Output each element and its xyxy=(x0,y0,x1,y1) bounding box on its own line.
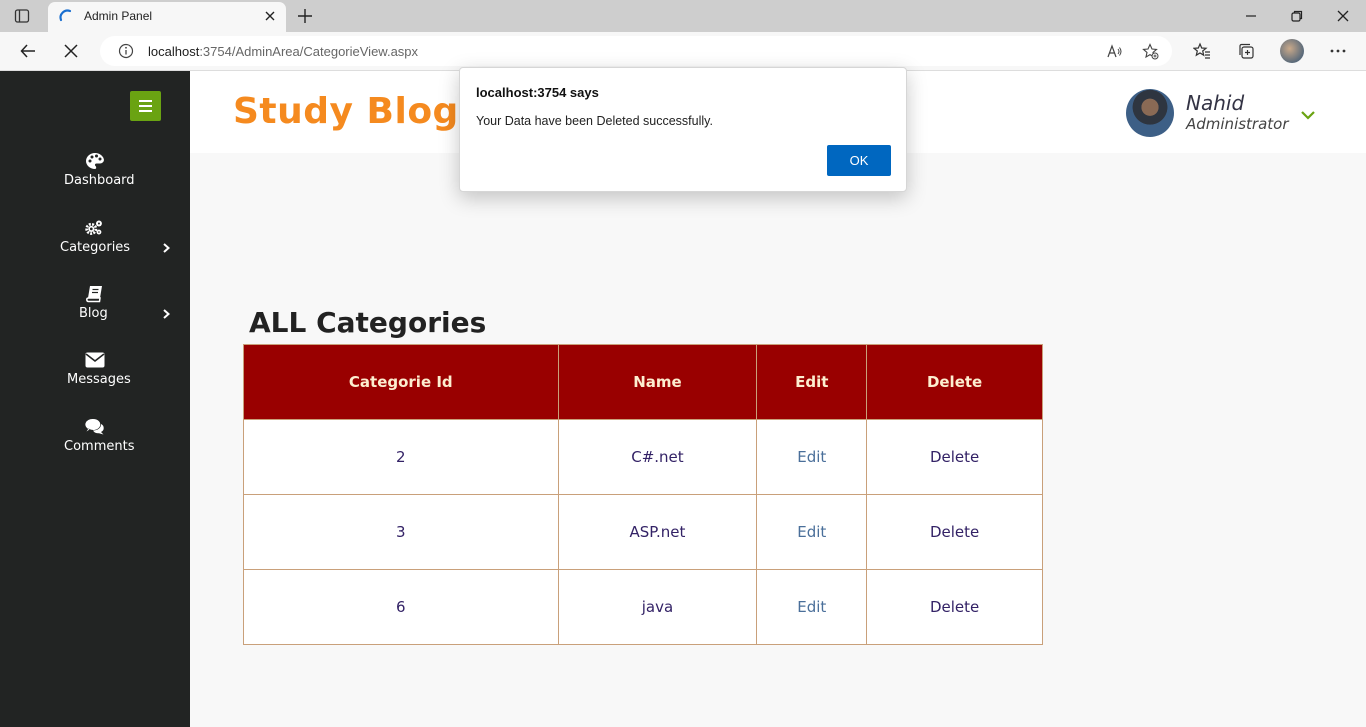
table-row: 6 java Edit Delete xyxy=(243,569,1043,645)
gears-icon xyxy=(85,220,102,235)
tab-title: Admin Panel xyxy=(84,9,153,23)
collections-icon[interactable] xyxy=(1237,42,1255,60)
sidebar: Dashboard Categories Blog Messages Comme… xyxy=(0,71,190,727)
url-text: localhost:3754/AdminArea/CategorieView.a… xyxy=(148,44,418,59)
sidebar-item-dashboard[interactable]: Dashboard xyxy=(0,152,190,202)
edit-link[interactable]: Edit xyxy=(797,448,826,466)
browser-tab[interactable]: Admin Panel xyxy=(48,2,286,32)
url-field[interactable]: localhost:3754/AdminArea/CategorieView.a… xyxy=(100,36,1172,66)
chevron-right-icon xyxy=(163,309,171,319)
sidebar-item-label: Comments xyxy=(64,439,135,454)
stop-loading-icon[interactable] xyxy=(62,42,80,60)
palette-icon xyxy=(86,152,104,169)
loading-favicon-icon xyxy=(59,9,72,22)
url-path: :3754/AdminArea/CategorieView.aspx xyxy=(199,44,419,59)
back-icon[interactable] xyxy=(19,42,37,60)
sidebar-item-label: Blog xyxy=(79,306,108,321)
sidebar-item-label: Dashboard xyxy=(64,173,135,188)
menu-toggle-button[interactable] xyxy=(130,91,161,121)
alert-dialog: localhost:3754 says Your Data have been … xyxy=(459,67,907,192)
site-info-icon[interactable] xyxy=(118,43,134,59)
read-aloud-icon[interactable] xyxy=(1106,43,1123,60)
user-name: Nahid xyxy=(1186,91,1245,115)
sidebar-item-messages[interactable]: Messages xyxy=(0,351,190,401)
sidebar-item-label: Messages xyxy=(67,372,131,387)
category-name-cell: java xyxy=(557,569,758,645)
edit-cell: Edit xyxy=(756,494,868,570)
restore-icon[interactable] xyxy=(1289,8,1305,24)
category-id-cell: 3 xyxy=(243,494,559,570)
comments-icon xyxy=(85,418,104,435)
category-name-cell: C#.net xyxy=(557,419,758,495)
new-tab-icon[interactable] xyxy=(297,8,313,24)
delete-cell: Delete xyxy=(866,569,1043,645)
category-id-cell: 2 xyxy=(243,419,559,495)
address-bar-row: localhost:3754/AdminArea/CategorieView.a… xyxy=(0,32,1366,71)
sidebar-item-categories[interactable]: Categories xyxy=(0,219,190,269)
page-title: ALL Categories xyxy=(249,306,487,339)
column-header-edit: Edit xyxy=(756,344,868,420)
menu-bar-middle xyxy=(139,105,152,107)
dialog-message: Your Data have been Deleted successfully… xyxy=(476,114,713,128)
add-favorite-icon[interactable] xyxy=(1142,43,1159,60)
table-row: 3 ASP.net Edit Delete xyxy=(243,494,1043,570)
sidebar-item-label: Categories xyxy=(60,240,131,255)
dialog-title: localhost:3754 says xyxy=(476,85,599,100)
column-header-id: Categorie Id xyxy=(243,344,559,420)
categories-table: Categorie Id Name Edit Delete 2 C#.net E… xyxy=(243,344,1043,645)
menu-bar-bottom xyxy=(139,110,152,112)
column-header-name: Name xyxy=(557,344,758,420)
edit-link[interactable]: Edit xyxy=(797,598,826,616)
profile-avatar[interactable] xyxy=(1280,39,1304,63)
sidebar-item-blog[interactable]: Blog xyxy=(0,285,190,335)
edit-cell: Edit xyxy=(756,419,868,495)
table-header-row: Categorie Id Name Edit Delete xyxy=(243,344,1043,420)
close-tab-icon[interactable] xyxy=(264,10,276,22)
book-icon xyxy=(86,286,102,303)
close-window-icon[interactable] xyxy=(1335,8,1351,24)
favorites-icon[interactable] xyxy=(1193,42,1211,60)
table-row: 2 C#.net Edit Delete xyxy=(243,419,1043,495)
category-id-cell: 6 xyxy=(243,569,559,645)
edit-cell: Edit xyxy=(756,569,868,645)
delete-link[interactable]: Delete xyxy=(930,598,979,616)
edit-link[interactable]: Edit xyxy=(797,523,826,541)
envelope-icon xyxy=(85,352,105,368)
tab-actions-icon[interactable] xyxy=(14,8,30,24)
delete-cell: Delete xyxy=(866,494,1043,570)
sidebar-item-comments[interactable]: Comments xyxy=(0,418,190,468)
column-header-delete: Delete xyxy=(866,344,1043,420)
category-name-cell: ASP.net xyxy=(557,494,758,570)
delete-cell: Delete xyxy=(866,419,1043,495)
url-host: localhost xyxy=(148,44,200,59)
user-role: Administrator xyxy=(1186,115,1289,133)
delete-link[interactable]: Delete xyxy=(930,523,979,541)
user-avatar[interactable] xyxy=(1126,89,1174,137)
more-options-icon[interactable] xyxy=(1329,42,1347,60)
browser-tab-bar: Admin Panel xyxy=(0,0,1366,32)
chevron-right-icon xyxy=(163,243,171,253)
delete-link[interactable]: Delete xyxy=(930,448,979,466)
ok-button[interactable]: OK xyxy=(827,145,891,176)
menu-bar-top xyxy=(139,100,152,102)
chevron-down-icon[interactable] xyxy=(1300,109,1316,121)
site-brand[interactable]: Study Blog xyxy=(233,91,459,132)
minimize-icon[interactable] xyxy=(1243,8,1259,24)
